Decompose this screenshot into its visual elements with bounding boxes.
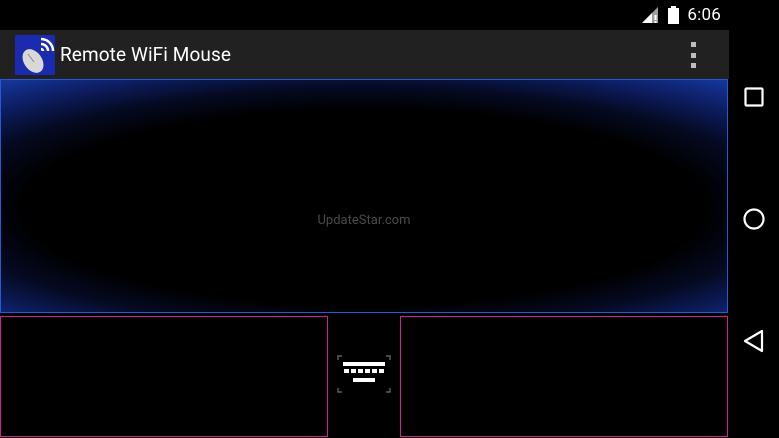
battery-icon	[668, 6, 680, 24]
triangle-back-icon	[743, 329, 764, 353]
more-vert-icon[interactable]	[685, 42, 701, 68]
circle-icon	[743, 208, 765, 230]
wifi-mouse-logo-icon	[15, 34, 55, 75]
status-time: 6:06	[687, 5, 721, 25]
left-click-button[interactable]	[0, 316, 328, 437]
app-title: Remote WiFi Mouse	[60, 43, 232, 66]
nav-bar	[729, 0, 779, 438]
status-icons: 6:06	[640, 5, 721, 25]
keyboard-icon	[337, 355, 391, 393]
status-bar: 6:06	[0, 0, 729, 30]
back-button[interactable]	[729, 316, 779, 366]
keyboard-button[interactable]	[336, 354, 392, 394]
watermark-text: UpdateStar.com	[317, 213, 411, 228]
action-bar: Remote WiFi Mouse	[0, 30, 729, 79]
touchpad-area[interactable]: UpdateStar.com	[0, 79, 728, 313]
recents-button[interactable]	[729, 72, 779, 122]
home-button[interactable]	[729, 194, 779, 244]
right-click-button[interactable]	[400, 316, 728, 437]
signal-icon	[642, 7, 659, 23]
square-icon	[744, 87, 764, 107]
